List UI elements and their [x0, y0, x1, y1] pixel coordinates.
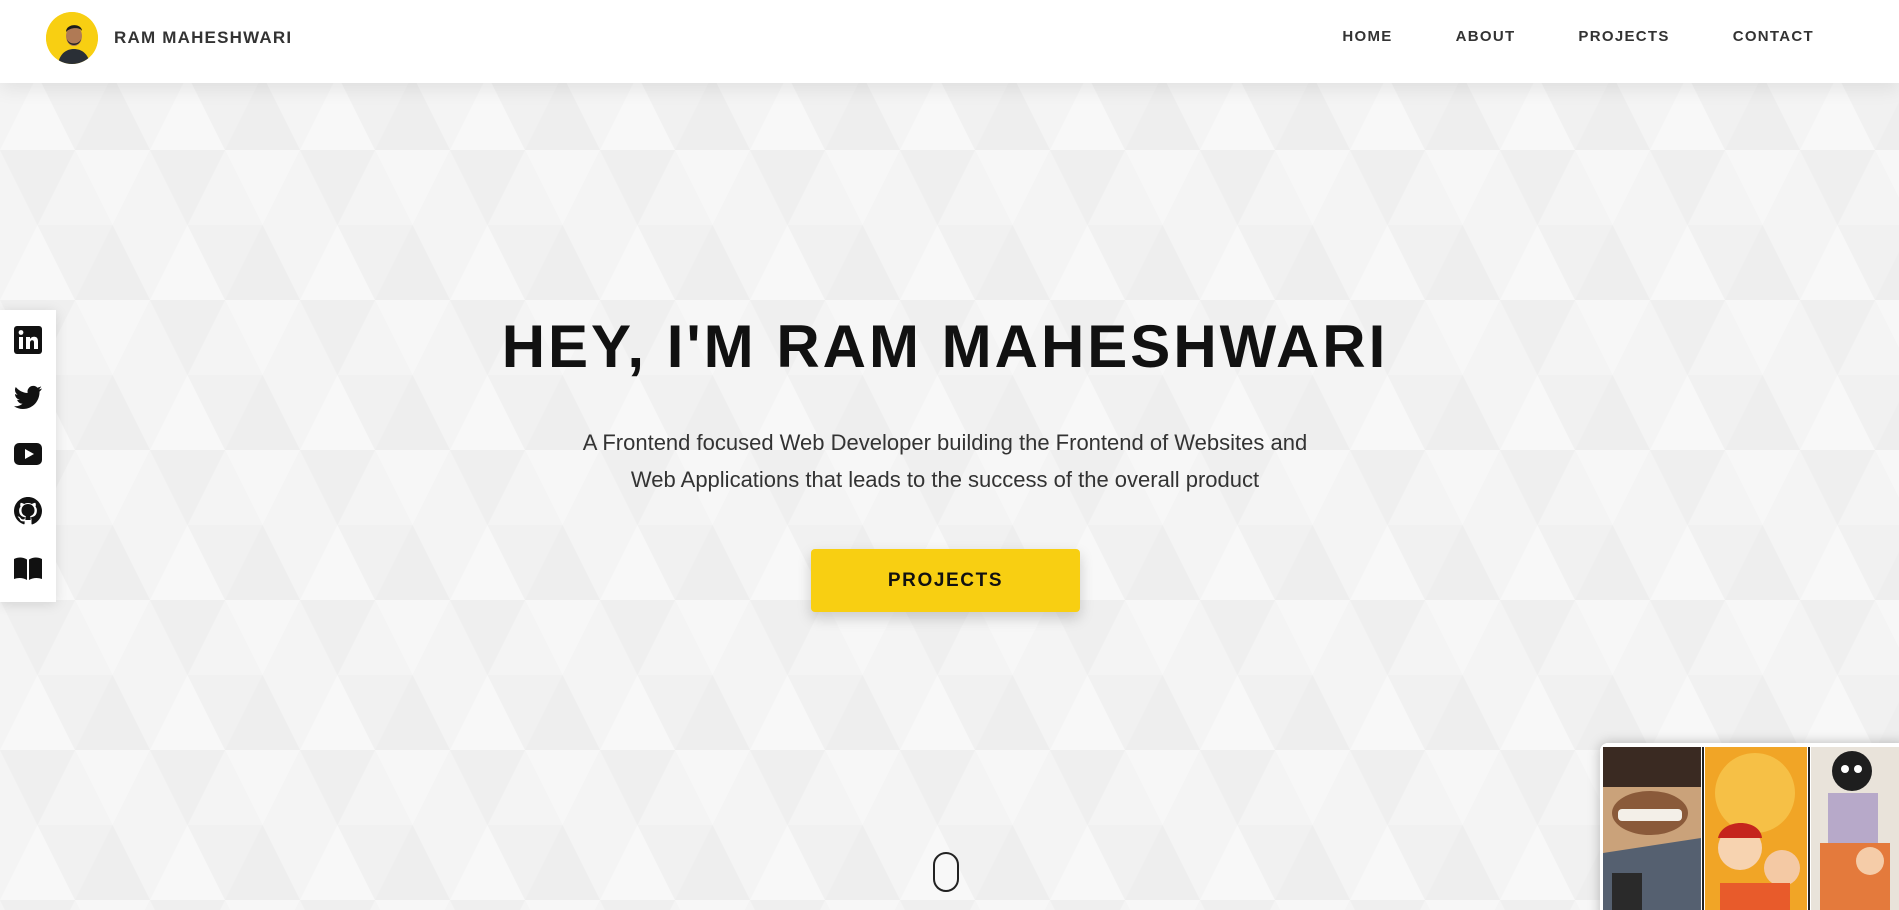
github-link[interactable] — [12, 495, 44, 527]
brand-name: RAM MAHESHWARI — [114, 28, 293, 47]
hero-title: HEY, I'M RAM MAHESHWARI — [501, 313, 1389, 380]
blog-link[interactable] — [12, 552, 44, 584]
scroll-mouse-icon[interactable] — [933, 852, 959, 892]
main-nav: HOME ABOUT PROJECTS CONTACT — [1279, 0, 1814, 73]
social-sidebar — [0, 310, 56, 602]
book-icon — [14, 557, 42, 580]
linkedin-link[interactable] — [12, 324, 44, 356]
projects-button[interactable]: PROJECTS — [811, 549, 1080, 612]
avatar — [46, 12, 98, 64]
nav-about[interactable]: ABOUT — [1456, 28, 1516, 45]
hero-subtitle: A Frontend focused Web Developer buildin… — [582, 430, 1308, 492]
youtube-icon — [14, 443, 42, 465]
linkedin-icon — [14, 326, 42, 354]
brand-link[interactable]: RAM MAHESHWARI — [46, 12, 292, 64]
nav-contact[interactable]: CONTACT — [1733, 28, 1814, 45]
youtube-link[interactable] — [12, 438, 44, 470]
nav-projects[interactable]: PROJECTS — [1578, 28, 1669, 45]
twitter-link[interactable] — [12, 381, 44, 413]
github-icon — [14, 497, 42, 525]
twitter-icon — [14, 385, 42, 409]
manga-image-thumbnail[interactable] — [1600, 743, 1899, 910]
nav-home[interactable]: HOME — [1342, 28, 1392, 45]
top-navbar: RAM MAHESHWARI HOME ABOUT PROJECTS CONTA… — [0, 0, 1899, 83]
